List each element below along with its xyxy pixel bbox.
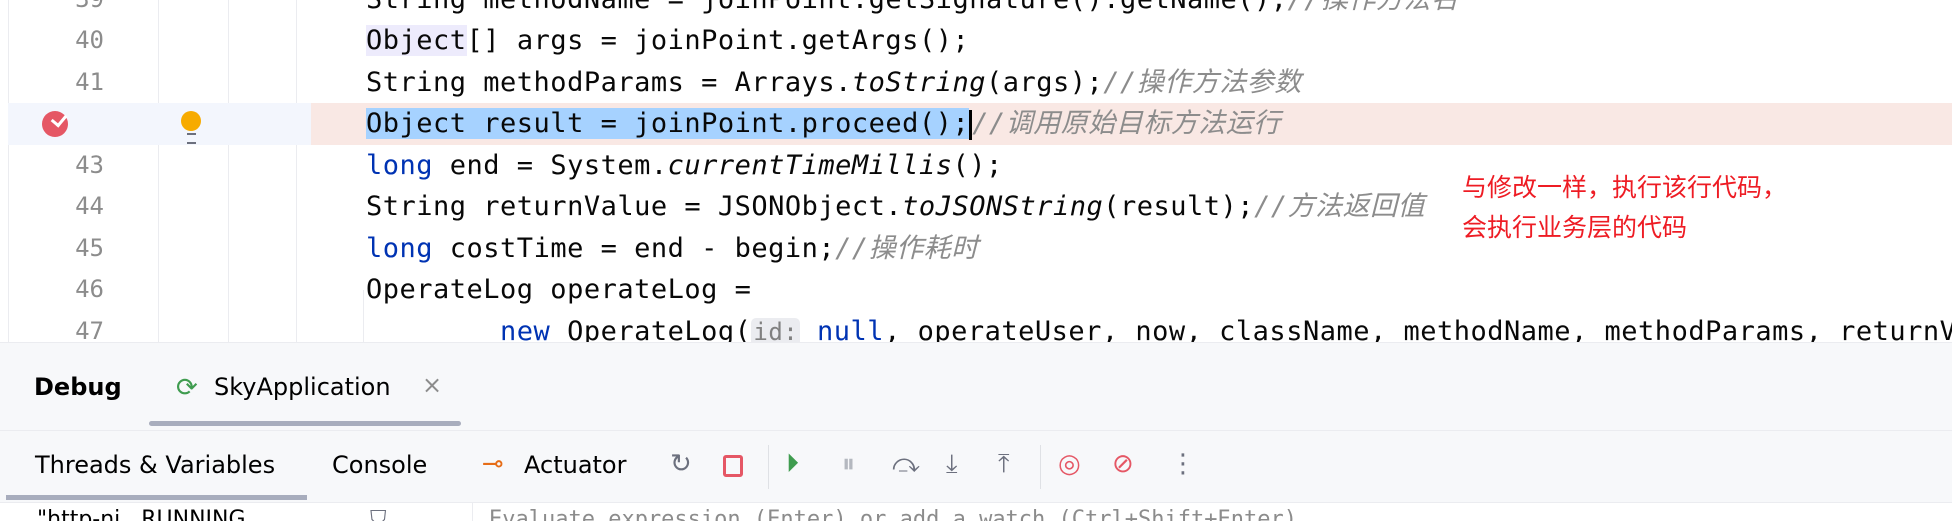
panel-divider xyxy=(472,503,473,521)
code-token: currentTimeMillis xyxy=(667,149,953,181)
step-into-icon[interactable]: ⤓ xyxy=(946,449,958,479)
code-token: OperateLog( xyxy=(550,315,752,342)
code-text: String methodParams = Arrays.toString(ar… xyxy=(366,62,1302,104)
step-out-icon[interactable]: ⤒ xyxy=(998,449,1010,479)
debug-content: "http-ni...RUNNING ⛉ Evaluate expression… xyxy=(0,502,1952,521)
code-line[interactable]: 47 new OperateLog(id: null, operateUser,… xyxy=(0,311,1952,342)
step-over-icon[interactable]: ⤼ xyxy=(892,449,920,479)
code-token: String returnValue = JSONObject. xyxy=(366,191,903,223)
watch-input[interactable]: Evaluate expression (Enter) or add a wat… xyxy=(489,507,1297,521)
code-token: long xyxy=(366,232,434,264)
line-number: 46 xyxy=(75,275,104,304)
code-token: //操作方法名 xyxy=(1288,0,1459,15)
code-line[interactable]: 46 OperateLog operateLog = xyxy=(0,269,1952,311)
code-text: OperateLog operateLog = xyxy=(366,269,751,311)
line-number: 43 xyxy=(75,150,104,179)
tab-actuator[interactable]: Actuator xyxy=(524,451,626,479)
resume-icon[interactable]: ⏵ xyxy=(786,449,799,479)
debug-title: Debug xyxy=(34,373,122,401)
annotation-line-2: 会执行业务层的代码 xyxy=(1462,213,1688,242)
active-tab-indicator xyxy=(149,421,461,426)
code-token: new xyxy=(500,315,551,342)
code-token: Object result = joinPoint.proceed(); xyxy=(366,108,970,140)
debug-tab-bar: Debug ⟳ SkyApplication × xyxy=(0,342,1952,430)
code-token: OperateLog operateLog = xyxy=(366,274,752,306)
code-token: //操作方法参数 xyxy=(1103,66,1302,98)
code-token: toJSONString xyxy=(902,191,1104,223)
code-token: //调用原始目标方法运行 xyxy=(972,108,1281,140)
code-token: (args); xyxy=(985,66,1104,98)
code-token: (); xyxy=(952,149,1003,181)
more-icon[interactable]: ⋮ xyxy=(1170,449,1196,479)
code-token: , operateUser, now, className, methodNam… xyxy=(884,315,1952,342)
code-text: Object[] args = joinPoint.getArgs(); xyxy=(366,20,969,62)
tab-console[interactable]: Console xyxy=(332,451,427,479)
code-text: long costTime = end - begin;//操作耗时 xyxy=(366,228,979,270)
toolbar-separator xyxy=(768,445,769,489)
code-text: String methodName = joinPoint.getSignatu… xyxy=(366,0,1459,20)
pause-icon[interactable]: ⏸ xyxy=(842,449,855,479)
tab-threads-variables[interactable]: Threads & Variables xyxy=(35,451,275,479)
code-token: id: xyxy=(751,317,801,342)
code-line[interactable]: 39 String methodName = joinPoint.getSigna… xyxy=(0,0,1952,20)
code-line[interactable]: 40 Object[] args = joinPoint.getArgs(); xyxy=(0,20,1952,62)
thread-selector[interactable]: "http-ni...RUNNING xyxy=(37,507,246,521)
code-token: long xyxy=(366,149,434,181)
code-token: (result); xyxy=(1103,191,1255,223)
session-tab-label: SkyApplication xyxy=(214,373,391,401)
annotation-line-1: 与修改一样，执行该行代码， xyxy=(1462,173,1788,202)
spring-boot-app-icon: ⟳ xyxy=(176,373,198,403)
code-text: long end = System.currentTimeMillis(); xyxy=(366,145,1003,187)
rerun-debug-icon[interactable]: ↻ xyxy=(670,449,692,479)
line-number: 44 xyxy=(75,192,104,221)
code-editor[interactable]: 39 String methodName = joinPoint.getSigna… xyxy=(0,0,1952,342)
line-number: 39 xyxy=(0,0,104,20)
indent-guide xyxy=(363,290,364,342)
code-token: null xyxy=(817,315,885,342)
active-tab-indicator xyxy=(6,495,307,500)
code-token: toString xyxy=(851,66,986,98)
code-token: Object xyxy=(366,25,467,57)
code-token: String methodName = joinPoint.getSignatu… xyxy=(366,0,1288,15)
line-number: 45 xyxy=(75,233,104,262)
code-token: //方法返回值 xyxy=(1254,191,1426,223)
close-icon[interactable]: × xyxy=(422,371,442,399)
filter-icon[interactable]: ⛉ xyxy=(370,505,387,521)
code-token: end = System. xyxy=(433,149,668,181)
code-text: String returnValue = JSONObject.toJSONSt… xyxy=(366,186,1425,228)
line-number: 47 xyxy=(75,316,104,342)
toolbar-separator xyxy=(1040,445,1041,489)
code-token: //操作耗时 xyxy=(835,232,979,264)
code-token: costTime = end - begin; xyxy=(433,232,836,264)
view-breakpoints-icon[interactable]: ◎ xyxy=(1058,449,1081,479)
stop-icon[interactable] xyxy=(723,455,743,477)
code-token: [] args = joinPoint.getArgs(); xyxy=(466,25,970,57)
line-number: 40 xyxy=(75,26,104,55)
mute-breakpoints-icon[interactable]: ⊘ xyxy=(1112,449,1134,479)
code-line[interactable]: Object result = joinPoint.proceed();//调用… xyxy=(0,103,1952,145)
actuator-icon: ⊸ xyxy=(482,449,504,479)
code-text: new OperateLog(id: null, operateUser, no… xyxy=(366,311,1952,342)
debug-toolbar: Threads & Variables Console ⊸ Actuator ↻… xyxy=(0,430,1952,502)
line-number: 41 xyxy=(75,67,104,96)
code-text: Object result = joinPoint.proceed();//调用… xyxy=(366,103,1281,145)
code-token: String methodParams = Arrays. xyxy=(366,66,852,98)
code-line[interactable]: 41 String methodParams = Arrays.toString(… xyxy=(0,62,1952,104)
